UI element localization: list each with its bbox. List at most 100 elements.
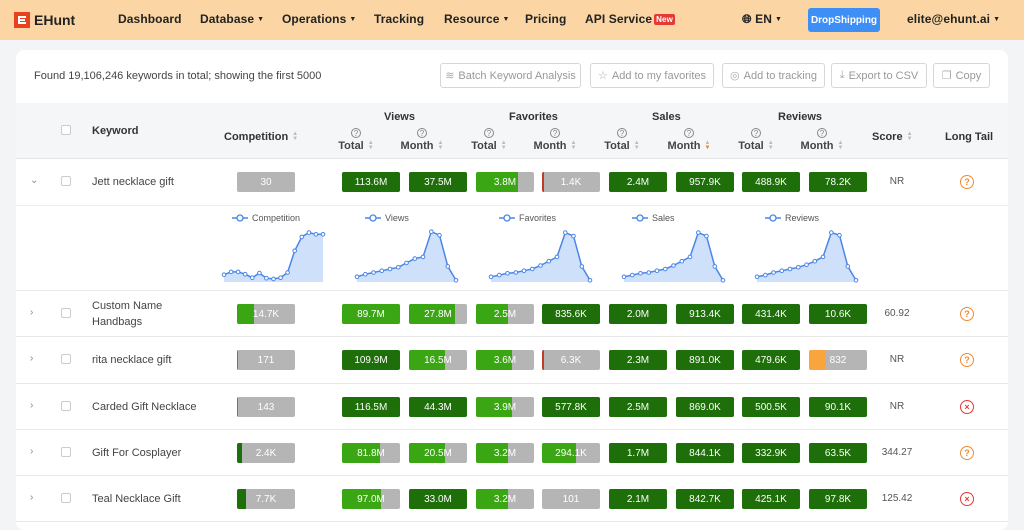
table-row[interactable]: › Carded Gift Necklace 143 116.5M 44.3M 3.9M 5…	[16, 384, 1008, 430]
sort-icon[interactable]: ▲ ▼	[292, 131, 298, 142]
keyword-link[interactable]: Custom Name Handbags	[92, 298, 182, 330]
long-tail-no-icon[interactable]: ×	[960, 492, 974, 506]
keyword-link[interactable]: Gift For Cosplayer	[92, 445, 212, 461]
sales-total-header[interactable]: ? Total ▲ ▼	[597, 128, 647, 152]
nav-item-api-service[interactable]: API Service New	[585, 12, 675, 26]
views-month-header[interactable]: ? Month ▲ ▼	[397, 128, 447, 152]
expand-row-icon[interactable]: ›	[30, 446, 33, 457]
help-icon[interactable]: ?	[751, 128, 761, 138]
row-checkbox[interactable]	[61, 447, 71, 457]
help-icon[interactable]: ?	[684, 128, 694, 138]
metric-bar: 3.8M	[476, 172, 534, 192]
sub-header-label: Month	[667, 140, 701, 152]
keyword-results-card: Found 19,106,246 keywords in total; show…	[16, 50, 1008, 530]
table-row[interactable]: › Custom Name Handbags 14.7K 89.7M 27.8M 2.5M…	[16, 291, 1008, 337]
nav-item-tracking[interactable]: Tracking	[374, 12, 424, 26]
table-row[interactable]: › rita necklace gift 171 109.9M 16.5M 3.6M 6.3…	[16, 337, 1008, 384]
long-tail-unknown-icon[interactable]: ?	[960, 175, 974, 189]
expand-row-icon[interactable]: ›	[30, 353, 33, 364]
competition-header[interactable]: Competition ▲ ▼	[224, 131, 298, 143]
help-icon[interactable]: ?	[817, 128, 827, 138]
legend-marker	[369, 214, 377, 222]
trend-legend-label: Views	[385, 213, 409, 223]
sort-icon[interactable]: ▲ ▼	[634, 140, 640, 151]
row-checkbox[interactable]	[61, 354, 71, 364]
dropshipping-button[interactable]: DropShipping	[808, 8, 880, 32]
metric-value: 14.7K	[252, 308, 280, 320]
expand-row-icon[interactable]: ›	[30, 400, 33, 411]
export-csv-button[interactable]: ⤓ Export to CSV	[831, 63, 927, 88]
long-tail-unknown-icon[interactable]: ?	[960, 353, 974, 367]
expand-row-icon[interactable]: ›	[30, 307, 33, 318]
metric-bar: 10.6K	[809, 304, 867, 324]
nav-item-database[interactable]: Database ▼	[200, 12, 264, 26]
sales-month-header[interactable]: ? Month ▲ ▼	[664, 128, 714, 152]
row-checkbox[interactable]	[61, 493, 71, 503]
keyword-link[interactable]: rita necklace gift	[92, 352, 212, 368]
select-all-checkbox[interactable]	[61, 125, 71, 135]
expand-row-icon[interactable]: ›	[30, 492, 33, 503]
table-header: Keyword Competition ▲ ▼ Views Favorites Sa…	[16, 103, 1008, 159]
trend-chart-reviews: Reviews	[754, 213, 859, 283]
metric-value: 1.4K	[560, 176, 582, 188]
keyword-link[interactable]: Jett necklace gift	[92, 174, 212, 190]
collapse-row-icon[interactable]: ⌄	[30, 175, 38, 186]
table-row[interactable]: ⌄ Jett necklace gift 30 113.6M 37.5M 3.8M 1.4K…	[16, 159, 1008, 291]
nav-item-pricing[interactable]: Pricing	[525, 12, 566, 26]
metric-value: 30	[260, 176, 272, 188]
nav-item-operations[interactable]: Operations ▼	[282, 12, 356, 26]
favorites-total-header[interactable]: ? Total ▲ ▼	[464, 128, 514, 152]
batch-keyword-analysis-button[interactable]: ≋ Batch Keyword Analysis	[440, 63, 581, 88]
add-to-tracking-button[interactable]: ◎ Add to tracking	[722, 63, 825, 88]
sort-icon[interactable]: ▲ ▼	[838, 140, 844, 151]
score-header[interactable]: Score ▲ ▼	[872, 131, 913, 143]
metric-bar: 113.6M	[342, 172, 400, 192]
trend-point	[445, 264, 451, 269]
views-total-header[interactable]: ? Total ▲ ▼	[331, 128, 381, 152]
help-icon[interactable]: ?	[484, 128, 494, 138]
long-tail-unknown-icon[interactable]: ?	[960, 446, 974, 460]
row-checkbox[interactable]	[61, 308, 71, 318]
views-header: Views	[384, 111, 415, 123]
reviews-month-header[interactable]: ? Month ▲ ▼	[797, 128, 847, 152]
table-row[interactable]: › Gift For Cosplayer 2.4K 81.8M 20.5M 3.2M 294…	[16, 430, 1008, 476]
trend-legend-label: Favorites	[519, 213, 557, 223]
metric-bar: 2.5M	[476, 304, 534, 324]
copy-button[interactable]: ❐ Copy	[933, 63, 990, 88]
sort-icon[interactable]: ▲ ▼	[501, 140, 507, 151]
sort-icon[interactable]: ▲ ▼	[571, 140, 577, 151]
row-checkbox[interactable]	[61, 401, 71, 411]
keyword-link[interactable]: Carded Gift Necklace	[92, 399, 212, 415]
sort-icon[interactable]: ▲ ▼	[705, 140, 711, 151]
table-row[interactable]: › Teal Necklace Gift 7.7K 97.0M 33.0M 3.2M 101…	[16, 476, 1008, 522]
keyword-link[interactable]: Teal Necklace Gift	[92, 491, 212, 507]
favorites-month-header[interactable]: ? Month ▲ ▼	[530, 128, 580, 152]
nav-item-resource[interactable]: Resource ▼	[444, 12, 510, 26]
language-selector[interactable]: 🌐︎ EN ▼	[742, 12, 782, 27]
help-icon[interactable]: ?	[617, 128, 627, 138]
help-icon[interactable]: ?	[550, 128, 560, 138]
metric-bar: 2.5M	[609, 397, 667, 417]
trend-point	[521, 268, 527, 273]
logo[interactable]: EHunt	[12, 10, 75, 30]
trend-point	[420, 254, 426, 260]
nav-item-label: Pricing	[525, 12, 567, 26]
reviews-total-header[interactable]: ? Total ▲ ▼	[731, 128, 781, 152]
long-tail-no-icon[interactable]: ×	[960, 400, 974, 414]
trend-point	[712, 264, 718, 269]
metric-bar: 3.2M	[476, 489, 534, 509]
help-icon[interactable]: ?	[417, 128, 427, 138]
metric-bar: 431.4K	[742, 304, 800, 324]
sort-icon[interactable]: ▲ ▼	[368, 140, 374, 151]
trend-point	[250, 275, 255, 280]
row-checkbox[interactable]	[61, 176, 71, 186]
sort-icon[interactable]: ▲ ▼	[907, 131, 913, 142]
nav-item-dashboard[interactable]: Dashboard	[118, 12, 182, 26]
trend-point	[754, 274, 760, 280]
sort-icon[interactable]: ▲ ▼	[438, 140, 444, 151]
help-icon[interactable]: ?	[351, 128, 361, 138]
long-tail-unknown-icon[interactable]: ?	[960, 307, 974, 321]
user-menu[interactable]: elite@ehunt.ai ▼	[907, 12, 1000, 26]
add-to-favorites-button[interactable]: ☆ Add to my favorites	[590, 63, 714, 88]
sort-icon[interactable]: ▲ ▼	[768, 140, 774, 151]
